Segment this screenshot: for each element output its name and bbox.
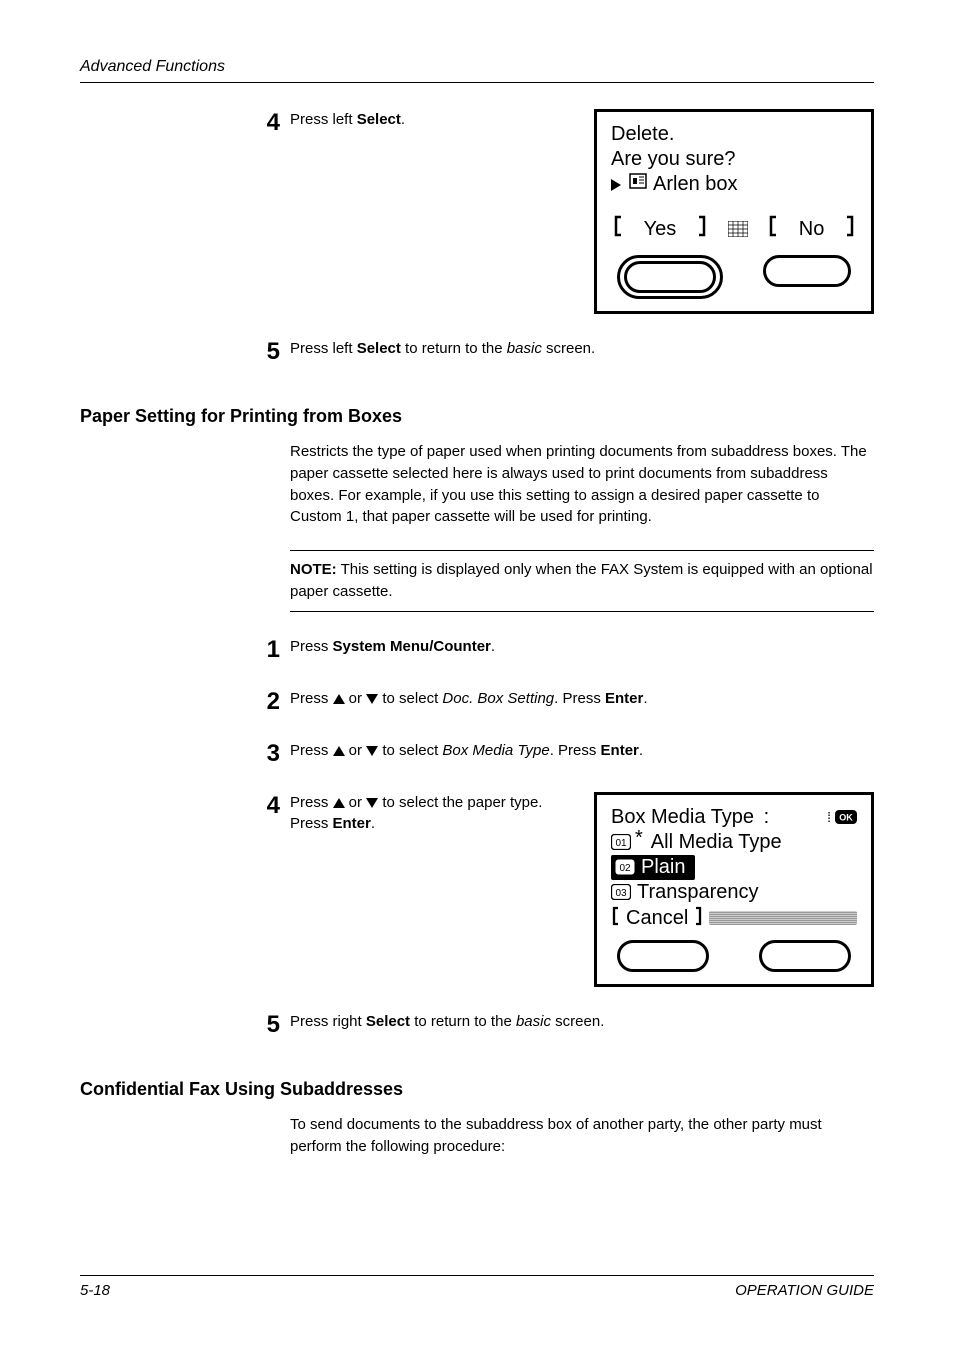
lcd1-no[interactable]: No bbox=[799, 218, 825, 241]
note-box: NOTE: This setting is displayed only whe… bbox=[290, 550, 874, 612]
bracket-left-icon bbox=[611, 905, 620, 933]
step-3-text: Press or to select Box Media Type. Press… bbox=[290, 740, 874, 762]
lcd-box-media-type: Box Media Type : ⁞ OK 01 *All Media Type bbox=[594, 792, 874, 988]
page-number: 5-18 bbox=[80, 1282, 110, 1299]
svg-text:03: 03 bbox=[615, 888, 627, 899]
lcd2-item3[interactable]: 03 Transparency bbox=[611, 880, 857, 905]
left-softkey[interactable] bbox=[617, 940, 709, 972]
lcd1-yes[interactable]: Yes bbox=[644, 218, 677, 241]
arrow-right-icon bbox=[611, 179, 621, 191]
svg-text:OK: OK bbox=[839, 813, 853, 823]
step-2-text: Press or to select Doc. Box Setting. Pre… bbox=[290, 688, 874, 710]
left-softkey[interactable] bbox=[617, 255, 723, 299]
step-5a-text: Press left Select to return to the basic… bbox=[290, 338, 874, 360]
triangle-up-icon bbox=[333, 798, 345, 808]
step-1-text: Press System Menu/Counter. bbox=[290, 636, 874, 658]
box-file-icon bbox=[629, 172, 647, 197]
triangle-down-icon bbox=[366, 798, 378, 808]
lcd-delete-confirm: Delete. Are you sure? Arlen box Yes bbox=[594, 109, 874, 314]
triangle-down-icon bbox=[366, 746, 378, 756]
step-number: 4 bbox=[256, 792, 290, 820]
lcd1-line1: Delete. bbox=[611, 122, 857, 147]
header-rule bbox=[80, 82, 874, 83]
step-4a-text: Press left Select. bbox=[290, 109, 576, 131]
shaded-bar bbox=[709, 911, 857, 925]
heading-paper-setting: Paper Setting for Printing from Boxes bbox=[80, 406, 874, 427]
bracket-left-icon bbox=[613, 215, 623, 243]
step-number: 4 bbox=[256, 109, 290, 137]
triangle-up-icon bbox=[333, 694, 345, 704]
num-03-icon: 03 bbox=[611, 880, 631, 905]
footer-guide-label: OPERATION GUIDE bbox=[735, 1282, 874, 1299]
step-5b-text: Press right Select to return to the basi… bbox=[290, 1011, 874, 1033]
step-number: 3 bbox=[256, 740, 290, 768]
right-softkey[interactable] bbox=[759, 940, 851, 972]
step-number: 5 bbox=[256, 338, 290, 366]
step-number: 2 bbox=[256, 688, 290, 716]
lcd1-line2: Are you sure? bbox=[611, 147, 857, 172]
ok-indicator: ⁞ OK bbox=[827, 810, 857, 824]
step-number: 1 bbox=[256, 636, 290, 664]
grid-icon bbox=[728, 221, 748, 237]
num-01-icon: 01 bbox=[611, 830, 631, 855]
lcd2-cancel[interactable]: Cancel bbox=[626, 906, 688, 931]
lcd2-item1[interactable]: 01 *All Media Type bbox=[611, 830, 857, 855]
bracket-right-icon bbox=[845, 215, 855, 243]
triangle-down-icon bbox=[366, 694, 378, 704]
page-footer: 5-18 OPERATION GUIDE bbox=[80, 1275, 874, 1299]
bracket-left-icon bbox=[768, 215, 778, 243]
step-number: 5 bbox=[256, 1011, 290, 1039]
paper-setting-description: Restricts the type of paper used when pr… bbox=[290, 441, 874, 528]
note-label: NOTE: bbox=[290, 561, 337, 578]
lcd2-title: Box Media Type bbox=[611, 806, 754, 828]
svg-text:02: 02 bbox=[619, 863, 631, 874]
heading-confidential-fax: Confidential Fax Using Subaddresses bbox=[80, 1079, 874, 1100]
bracket-right-icon bbox=[697, 215, 707, 243]
confidential-fax-description: To send documents to the subaddress box … bbox=[290, 1114, 874, 1158]
lcd2-item2[interactable]: 02 Plain bbox=[611, 855, 857, 880]
note-text: This setting is displayed only when the … bbox=[290, 561, 873, 600]
triangle-up-icon bbox=[333, 746, 345, 756]
lcd1-line3: Arlen box bbox=[611, 172, 857, 197]
step-4b-text: Press or to select the paper type. Press… bbox=[290, 792, 576, 836]
right-softkey[interactable] bbox=[763, 255, 851, 287]
header-section-title: Advanced Functions bbox=[80, 58, 874, 76]
svg-text:01: 01 bbox=[615, 838, 627, 849]
bracket-right-icon bbox=[694, 905, 703, 933]
num-02-icon: 02 bbox=[615, 855, 635, 880]
